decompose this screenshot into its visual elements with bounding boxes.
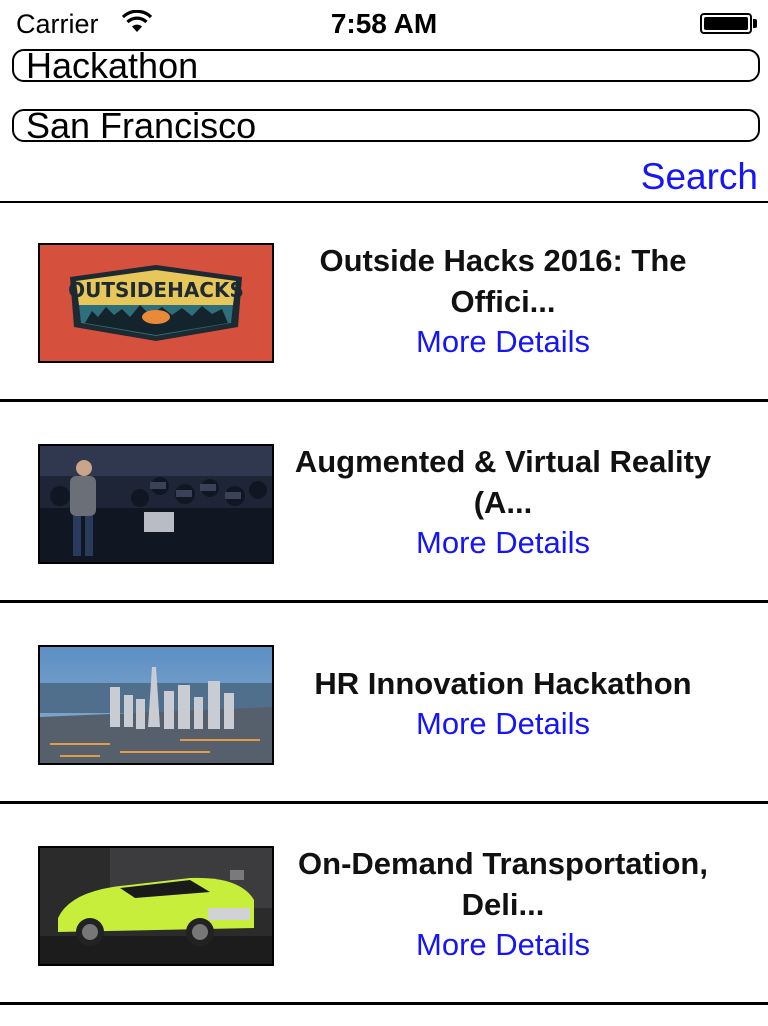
more-details-link[interactable]: More Details <box>416 704 590 744</box>
results-list[interactable]: OUTSIDEHACKS Outside Hacks 2016: The Off… <box>0 201 768 1026</box>
battery-icon <box>700 13 752 34</box>
battery-tip <box>753 19 757 28</box>
event-thumbnail <box>38 444 274 564</box>
logo-text: OUTSIDEHACKS <box>68 278 244 302</box>
event-info: Augmented & Virtual Reality (A... More D… <box>290 404 716 600</box>
event-title: Augmented & Virtual Reality (A... <box>294 444 712 520</box>
outside-hacks-logo: OUTSIDEHACKS <box>40 245 272 361</box>
clock: 7:58 AM <box>330 8 438 39</box>
list-item[interactable]: Augmented & Virtual Reality (A... More D… <box>0 404 768 603</box>
event-info: HR Innovation Hackathon More Details <box>290 605 716 801</box>
more-details-link[interactable]: More Details <box>416 322 590 362</box>
list-item[interactable]: OUTSIDEHACKS Outside Hacks 2016: The Off… <box>0 203 768 402</box>
more-details-link[interactable]: More Details <box>416 925 590 965</box>
event-thumbnail: OUTSIDEHACKS <box>38 243 274 363</box>
event-title: HR Innovation Hackathon <box>314 665 692 701</box>
event-thumbnail <box>38 645 274 765</box>
more-details-link[interactable]: More Details <box>416 523 590 563</box>
search-button[interactable]: Search <box>641 156 758 198</box>
keyword-field[interactable] <box>12 49 760 82</box>
location-field[interactable] <box>12 109 760 142</box>
status-bar: Carrier 7:58 AM <box>0 0 768 48</box>
list-item[interactable]: On-Demand Transportation, Deli... More D… <box>0 806 768 1005</box>
event-title: Outside Hacks 2016: The Offici... <box>319 243 687 319</box>
san-francisco-aerial-photo <box>40 647 272 763</box>
event-title: On-Demand Transportation, Deli... <box>298 846 708 922</box>
event-info: On-Demand Transportation, Deli... More D… <box>290 806 716 1002</box>
list-item[interactable]: HR Innovation Hackathon More Details <box>0 605 768 804</box>
event-info: Outside Hacks 2016: The Offici... More D… <box>290 203 716 399</box>
vr-audience-photo <box>40 446 272 562</box>
event-thumbnail <box>38 846 274 966</box>
green-sports-car-photo <box>40 848 272 964</box>
